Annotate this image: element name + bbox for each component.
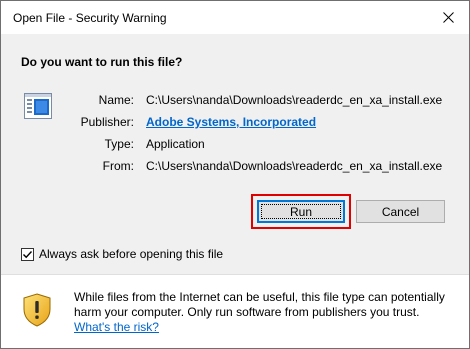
always-ask-checkbox[interactable] <box>21 247 34 261</box>
field-type-label: Type: <box>104 137 134 151</box>
warning-text: While files from the Internet can be use… <box>74 290 445 319</box>
window-title: Open File - Security Warning <box>13 11 167 25</box>
focus-rect <box>261 204 341 219</box>
always-ask-checkbox-row[interactable]: Always ask before opening this file <box>21 246 223 262</box>
cancel-button[interactable]: Cancel <box>356 200 445 223</box>
always-ask-label: Always ask before opening this file <box>39 247 224 261</box>
dialog-heading: Do you want to run this file? <box>21 55 183 69</box>
field-publisher: Publisher: Adobe Systems, Incorporated <box>1 115 469 131</box>
whats-the-risk-link[interactable]: What's the risk? <box>74 320 159 334</box>
run-button[interactable]: Run <box>257 200 345 223</box>
close-icon <box>442 12 454 23</box>
security-warning-dialog: Open File - Security Warning Do you want… <box>0 0 470 349</box>
field-publisher-label: Publisher: <box>80 115 134 129</box>
field-type-value: Application <box>146 137 205 151</box>
checkmark-icon <box>23 250 33 258</box>
dialog-body: Do you want to run this file? Name: C:\U… <box>1 34 469 274</box>
warning-message: While files from the Internet can be use… <box>74 290 454 335</box>
field-from-value: C:\Users\nanda\Downloads\readerdc_en_xa_… <box>146 159 443 173</box>
cancel-button-label: Cancel <box>381 204 420 219</box>
field-name: Name: C:\Users\nanda\Downloads\readerdc_… <box>1 93 469 109</box>
title-bar: Open File - Security Warning <box>1 1 469 34</box>
field-name-label: Name: <box>98 93 134 107</box>
field-from-label: From: <box>102 159 134 173</box>
field-type: Type: Application <box>1 137 469 153</box>
publisher-link[interactable]: Adobe Systems, Incorporated <box>146 115 316 129</box>
close-button[interactable] <box>427 1 469 34</box>
security-shield-icon <box>23 293 51 327</box>
field-name-value: C:\Users\nanda\Downloads\readerdc_en_xa_… <box>146 93 443 107</box>
warning-footer: While files from the Internet can be use… <box>1 274 469 348</box>
field-from: From: C:\Users\nanda\Downloads\readerdc_… <box>1 159 469 175</box>
